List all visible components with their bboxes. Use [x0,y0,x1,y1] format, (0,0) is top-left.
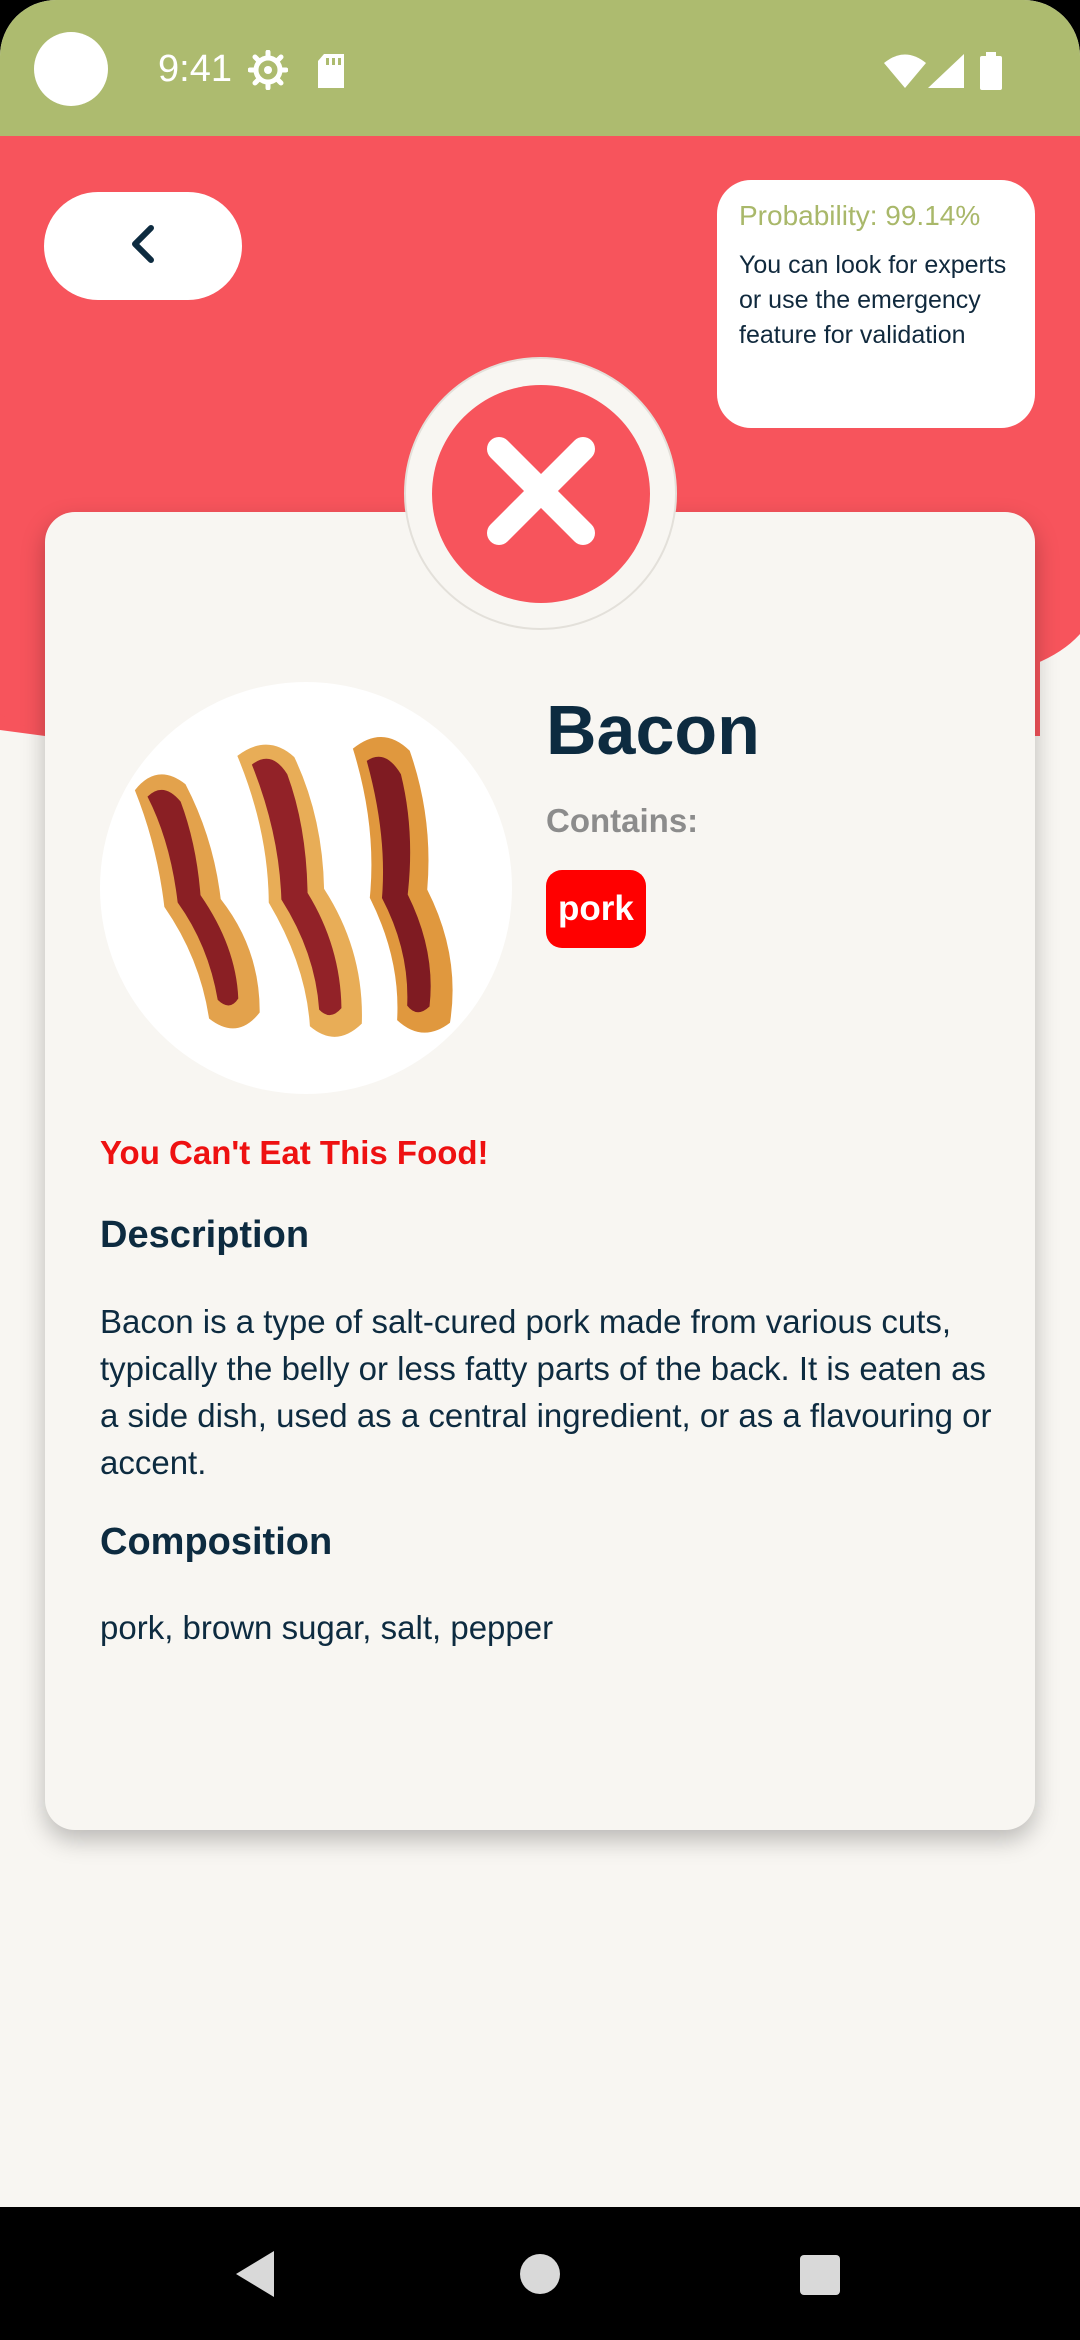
composition-text: pork, brown sugar, salt, pepper [100,1609,554,1646]
result-circle [431,384,650,603]
warning-text: You Can't Eat This Food! [100,1134,489,1171]
battery-icon [980,52,1002,95]
description-text: Bacon is a type of salt-cured pork made … [100,1303,992,1481]
status-bar: 9:41 [0,0,1080,136]
cell-signal-icon [928,54,964,93]
food-name: Bacon [546,691,760,769]
chevron-left-icon [129,224,157,269]
sd-card-icon [316,54,346,93]
allergen-tag: pork [546,870,646,948]
probability-message: You can look for experts or use the emer… [739,251,1007,349]
probability-card: Probability: 99.14% You can look for exp… [717,180,1035,428]
nav-home-icon[interactable] [518,2252,562,2301]
composition-title: Composition [100,1521,333,1563]
probability-label: Probability: 99.14% [739,200,981,231]
contains-label: Contains: [546,802,699,839]
settings-gear-icon [247,49,289,95]
nav-back-icon[interactable] [234,2249,276,2304]
food-image [100,682,512,1094]
nav-recents-icon[interactable] [798,2253,842,2302]
back-button[interactable] [44,192,242,300]
wifi-icon [884,54,926,93]
screen: 9:41 Probability: 99.14% You can look fo… [0,0,1080,2340]
result-badge [404,357,677,630]
camera-cutout [34,32,108,106]
status-time: 9:41 [158,48,232,90]
description-title: Description [100,1214,310,1256]
close-x-icon [481,431,601,556]
navigation-bar [0,2207,1080,2340]
